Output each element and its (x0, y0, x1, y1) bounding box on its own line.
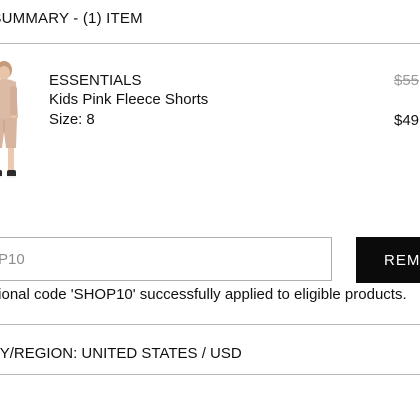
checkout-order-summary: R SUMMARY - (1) ITEM ESSENTIALS Kids Pin… (0, 0, 420, 420)
product-size: Size: 8 (49, 111, 95, 128)
country-region-selector[interactable]: TRY/REGION: UNITED STATES / USD (0, 345, 242, 362)
sale-price: $49 (394, 112, 420, 129)
divider (0, 374, 420, 375)
promo-code-input[interactable] (0, 237, 332, 281)
size-label: Size: (49, 111, 83, 128)
product-name[interactable]: Kids Pink Fleece Shorts (49, 91, 208, 108)
divider (0, 324, 420, 325)
order-summary-heading[interactable]: R SUMMARY - (1) ITEM (0, 10, 143, 27)
original-price: $55 (394, 72, 420, 89)
size-value: 8 (86, 111, 95, 128)
product-brand: ESSENTIALS (49, 72, 142, 89)
kids-shorts-photo-icon (0, 61, 18, 178)
product-image[interactable] (0, 56, 26, 184)
remove-promo-button[interactable]: REMO (356, 237, 420, 283)
divider (0, 43, 420, 44)
promo-success-message: tional code 'SHOP10' successfully applie… (0, 286, 407, 303)
